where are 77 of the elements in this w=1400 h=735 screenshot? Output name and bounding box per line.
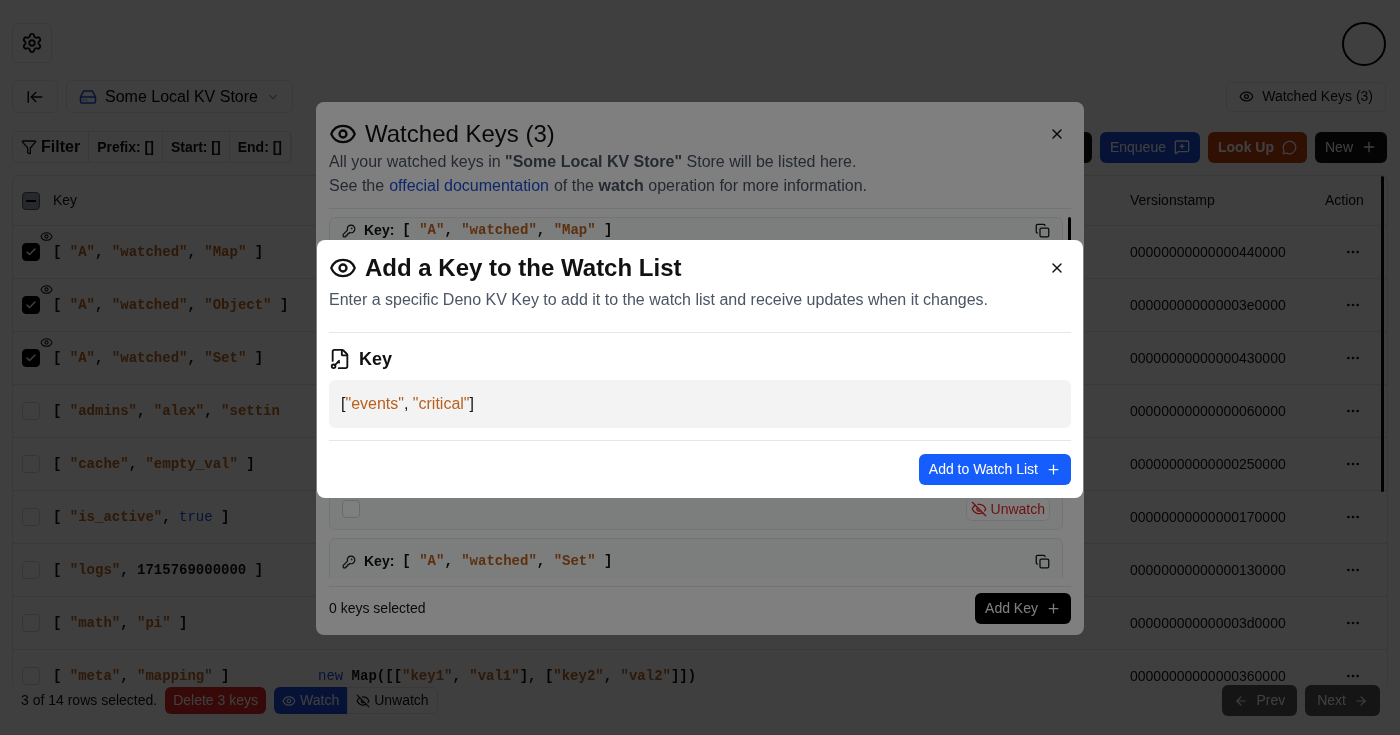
key-cell: [ "A", "watched", "Object" ] <box>53 297 289 313</box>
avatar[interactable] <box>1342 22 1386 66</box>
check-icon <box>25 246 37 258</box>
doc-text: See the <box>329 176 385 196</box>
filter-chip[interactable]: Prefix: [] <box>89 132 163 162</box>
key-icon <box>342 223 356 238</box>
field-label: Key <box>359 347 393 371</box>
key-cell: [ "A", "watched", "Map" ] <box>53 244 264 260</box>
column-header: Key <box>53 191 79 210</box>
settings-button[interactable] <box>12 23 52 63</box>
doc-text: of the watch operation for more information. <box>553 176 867 196</box>
eye-off-icon <box>356 693 371 708</box>
key-cell: [ "math", "pi" ] <box>53 615 188 631</box>
dialog-title: Add a Key to the Watch List <box>365 253 682 283</box>
key-value: [ "A", "watched", "Set" ] <box>402 552 613 571</box>
chat-icon <box>1282 139 1297 155</box>
key-cell: [ "A", "watched", "Set" ] <box>53 350 264 366</box>
key-cell: [ "logs", 1715769000000 ] <box>53 562 264 578</box>
versionstamp-cell-text: 000000000000003d0000 <box>1130 613 1287 633</box>
filter-chip[interactable]: End: [] <box>229 132 292 162</box>
versionstamp-cell-text: 00000000000000250000 <box>1130 454 1287 474</box>
filter-chip[interactable]: Start: [] <box>162 132 230 162</box>
key-cell: [ "is_active", true ] <box>53 509 230 525</box>
filter-icon <box>21 139 37 155</box>
checkbox[interactable] <box>22 243 40 261</box>
key-cell: [ "cache", "empty_val" ] <box>53 456 255 472</box>
check-icon <box>25 352 37 364</box>
file-key-icon <box>329 348 351 370</box>
eye-off-icon <box>970 501 987 517</box>
filter-button[interactable]: Filter <box>13 132 90 162</box>
column-header: Versionstamp <box>1130 191 1216 210</box>
header-checkbox[interactable] <box>22 191 40 210</box>
versionstamp-cell-text: 00000000000000060000 <box>1130 401 1287 421</box>
dialog-title: Watched Keys (3) <box>365 119 555 149</box>
selection-count: 3 of 14 rows selected. <box>20 691 158 710</box>
copy-icon[interactable] <box>1035 554 1050 569</box>
store-select[interactable]: Some Local KV Store <box>66 80 293 113</box>
arrow-left-icon <box>1234 693 1249 708</box>
check-icon <box>25 299 37 311</box>
plus-icon <box>1361 139 1377 155</box>
versionstamp-cell-text: 00000000000000130000 <box>1130 560 1287 580</box>
key-label: Key: <box>364 552 395 571</box>
plus-icon <box>1046 462 1061 477</box>
doc-link[interactable]: offecial documentation <box>389 174 549 198</box>
checkbox[interactable] <box>22 349 40 367</box>
dialog-description: All your watched keys in "Some Local KV Store" Store will be listed here. <box>329 152 858 172</box>
watched-keys-button[interactable]: Watched Keys (3) <box>1226 81 1386 112</box>
column-header: Action <box>1324 191 1365 210</box>
eye-icon <box>282 693 296 708</box>
minus-icon <box>26 199 36 202</box>
copy-icon[interactable] <box>1035 223 1050 238</box>
key-cell: [ "meta", "mapping" ] <box>53 668 230 684</box>
unwatch-button[interactable]: Unwatch <box>965 497 1050 521</box>
key-label: Key: <box>364 221 395 240</box>
key-input[interactable]: ["events", "critical"] <box>329 380 1071 428</box>
key-input-value: ["events", "critical"] <box>341 394 474 414</box>
message-icon <box>1174 139 1190 155</box>
add-key-button[interactable]: Add Key <box>975 593 1071 624</box>
versionstamp-cell-text: 000000000000003e0000 <box>1130 295 1287 315</box>
key-icon <box>342 554 356 569</box>
versionstamp-cell-text: 00000000000000440000 <box>1130 242 1287 262</box>
add-to-watch-list-button[interactable]: Add to Watch List <box>918 454 1071 485</box>
versionstamp-cell-text: 00000000000000360000 <box>1130 666 1287 686</box>
key-value: [ "A", "watched", "Map" ] <box>402 221 613 240</box>
value-cell: new Map([["key1", "val1"], ["key2", "val2"]]) <box>318 668 697 684</box>
versionstamp-cell-text: 00000000000000170000 <box>1130 507 1287 527</box>
dialog-description: Enter a specific Deno KV Key to add it to the watch list and receive updates when it changes. <box>329 290 990 310</box>
checkbox[interactable] <box>22 296 40 314</box>
selected-count: 0 keys selected <box>329 599 426 618</box>
unwatch-button[interactable]: Unwatch <box>347 687 438 714</box>
settings-icon <box>21 32 43 54</box>
back-button[interactable] <box>12 80 58 113</box>
drive-icon <box>79 87 97 106</box>
plus-icon <box>1046 601 1061 616</box>
eye-icon <box>1239 89 1255 104</box>
key-cell: [ "admins", "alex", "settin <box>53 403 280 419</box>
versionstamp-cell-text: 00000000000000430000 <box>1130 348 1287 368</box>
